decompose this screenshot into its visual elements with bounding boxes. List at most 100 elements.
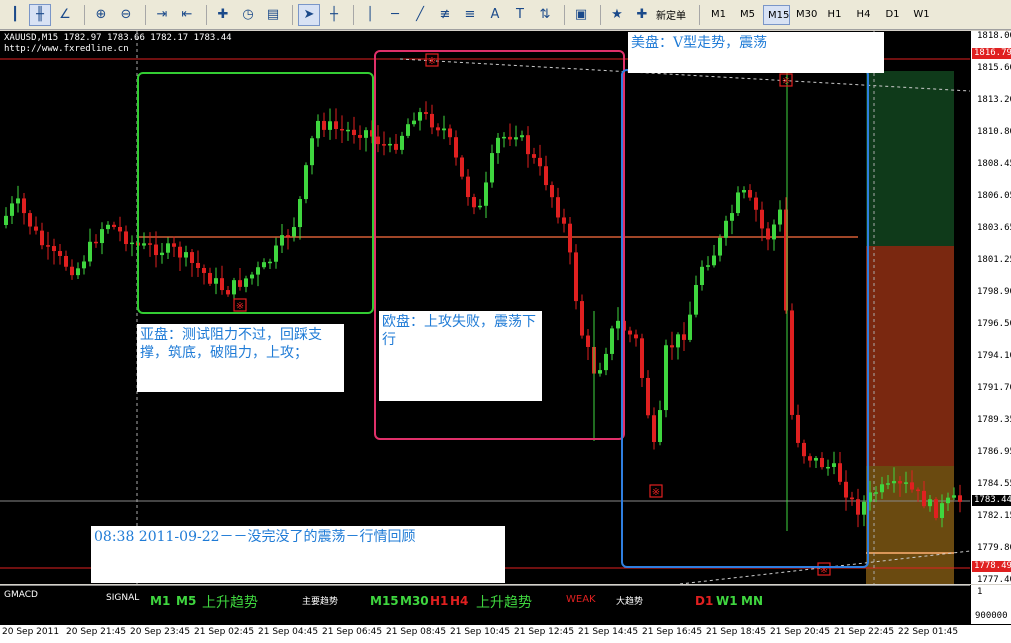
vertical-line-icon[interactable]: │ — [359, 4, 381, 26]
asia-session-note: 亚盘：测试阻力不过，回踩支撑，筑底，破阻力，上攻； — [137, 324, 344, 392]
price-axis-label: 1815.60 — [977, 63, 1011, 74]
tf-m30-signal: M30 — [400, 594, 429, 608]
candle-body — [940, 503, 944, 518]
chart-source-url: http://www.fxredline.cn — [4, 44, 129, 54]
new-order-button[interactable]: 新定单 — [656, 7, 686, 22]
price-axis-label: 1818.00 — [977, 31, 1011, 41]
candle-body — [28, 213, 32, 227]
price-axis-label: 1779.80 — [977, 542, 1011, 553]
candle-body — [952, 495, 956, 498]
timeframe-m1-button[interactable]: M1 — [705, 5, 732, 25]
horizontal-line-icon[interactable]: ─ — [384, 4, 406, 26]
gmacd-indicator-panel[interactable]: GMACD SIGNAL M1 M5 上升趋势 主要趋势 M15 M30 H1 … — [0, 585, 970, 624]
toolbar-separator — [564, 4, 565, 25]
candlestick-chart-icon[interactable]: ╫ — [29, 3, 51, 26]
fibonacci-icon[interactable]: ≡ — [459, 4, 481, 26]
time-axis-label: 22 Sep 01:45 — [898, 627, 959, 637]
candle-body — [46, 245, 50, 247]
candle-body — [130, 242, 134, 245]
trendline-icon[interactable]: ╱ — [409, 4, 431, 26]
candle-body — [112, 224, 116, 227]
time-axis-label: 20 Sep 2011 — [2, 627, 60, 637]
price-axis[interactable]: 1818.00 1815.60 1813.20 1810.80 1808.45 1806.… — [970, 31, 1011, 585]
time-axis-label: 21 Sep 10:45 — [450, 627, 511, 637]
channel-icon[interactable]: ≢ — [434, 4, 456, 26]
price-axis-label: 1796.50 — [977, 319, 1011, 330]
time-axis-label: 21 Sep 06:45 — [322, 627, 383, 637]
price-tag-current: 1783.44 — [972, 495, 1011, 507]
tf-m5-signal: M5 — [176, 594, 197, 608]
candle-body — [22, 198, 26, 214]
timeframe-m5-button[interactable]: M5 — [734, 5, 761, 25]
price-tag-bottom: 1778.49 — [972, 561, 1011, 573]
review-note: 08:38 2011-09-22－－没完没了的震荡－行情回顾 — [91, 526, 505, 583]
candle-body — [34, 226, 38, 231]
timeframe-w1-button[interactable]: W1 — [908, 5, 935, 25]
templates-icon[interactable]: ▤ — [262, 4, 284, 26]
tf-h1-signal: H1 — [430, 594, 449, 608]
price-axis-label: 1786.95 — [977, 447, 1011, 458]
candle-body — [880, 484, 884, 493]
indicators-icon[interactable]: ✚ — [212, 4, 234, 26]
candle-body — [946, 497, 950, 504]
expert-advisors-icon[interactable]: ★ — [606, 4, 628, 26]
text-icon[interactable]: A — [484, 4, 506, 26]
price-chart[interactable]: ※ ※ ※ ※ ※ XAUUSD,M15 1782.97 1783.66 1782.17… — [0, 31, 970, 584]
zoom-out-icon[interactable]: ⊖ — [115, 4, 137, 26]
candle-body — [910, 482, 914, 490]
candle-body — [874, 492, 878, 494]
tf-m1-signal: M1 — [150, 594, 171, 608]
tf-h4-signal: H4 — [450, 594, 469, 608]
price-axis-label: 1803.65 — [977, 223, 1011, 234]
indicator-axis: 1 900000 — [970, 585, 1011, 624]
label-icon[interactable]: T — [509, 4, 531, 26]
time-axis-label: 21 Sep 14:45 — [578, 627, 639, 637]
main-trend-text: 上升趋势 — [476, 595, 532, 611]
short-trend-text: 上升趋势 — [202, 595, 258, 611]
price-axis-label: 1794.10 — [977, 351, 1011, 362]
time-axis-label: 21 Sep 18:45 — [706, 627, 767, 637]
weak-label: WEAK — [566, 594, 596, 605]
big-trend-label: 大趋势 — [616, 597, 644, 607]
candle-body — [916, 489, 920, 492]
zoom-in-icon[interactable]: ⊕ — [90, 4, 112, 26]
main-trend-label: 主要趋势 — [302, 597, 339, 607]
candle-body — [70, 266, 74, 276]
time-axis-label: 20 Sep 21:45 — [66, 627, 127, 637]
toolbar-separator — [84, 4, 85, 25]
crosshair-icon[interactable]: ┼ — [323, 4, 345, 26]
toolbar-separator — [600, 4, 601, 25]
bar-chart-icon[interactable]: ┃ — [4, 4, 26, 26]
cursor-icon[interactable]: ➤ — [298, 3, 320, 26]
us-session-box[interactable] — [621, 69, 869, 568]
candle-body — [934, 499, 938, 518]
time-axis-label: 21 Sep 20:45 — [770, 627, 831, 637]
asia-session-box[interactable] — [137, 72, 374, 314]
time-axis[interactable]: 20 Sep 2011 20 Sep 21:45 20 Sep 23:45 21 Se… — [0, 624, 1011, 643]
timeframe-h4-button[interactable]: H4 — [850, 5, 877, 25]
timeframe-h1-button[interactable]: H1 — [821, 5, 848, 25]
timeframe-d1-button[interactable]: D1 — [879, 5, 906, 25]
chart-symbol-info: XAUUSD,M15 1782.97 1783.66 1782.17 1783.… — [4, 33, 232, 43]
price-axis-label: 1798.90 — [977, 286, 1011, 297]
price-axis-label: 1789.35 — [977, 414, 1011, 425]
candle-body — [928, 499, 932, 507]
toolbar-separator — [353, 4, 354, 25]
tf-m15-signal: M15 — [370, 594, 399, 608]
time-axis-label: 21 Sep 22:45 — [834, 627, 895, 637]
arrows-icon[interactable]: ⇅ — [534, 4, 556, 26]
periods-clock-icon[interactable]: ◷ — [237, 4, 259, 26]
tf-mn-signal: MN — [741, 594, 763, 608]
new-order-icon[interactable]: ✚ — [631, 4, 653, 26]
timeframe-m15-button[interactable]: M15 — [763, 4, 790, 25]
candle-body — [898, 481, 902, 484]
line-chart-icon[interactable]: ∠ — [54, 4, 76, 26]
price-tag-top: 1816.79 — [972, 48, 1011, 60]
indicator-axis-bottom: 900000 — [975, 611, 1008, 621]
auto-scroll-icon[interactable]: ⇥ — [151, 4, 173, 26]
time-axis-label: 21 Sep 02:45 — [194, 627, 255, 637]
candle-body — [892, 481, 896, 484]
navigator-icon[interactable]: ▣ — [570, 4, 592, 26]
chart-shift-icon[interactable]: ⇤ — [176, 4, 198, 26]
timeframe-m30-button[interactable]: M30 — [792, 5, 819, 25]
